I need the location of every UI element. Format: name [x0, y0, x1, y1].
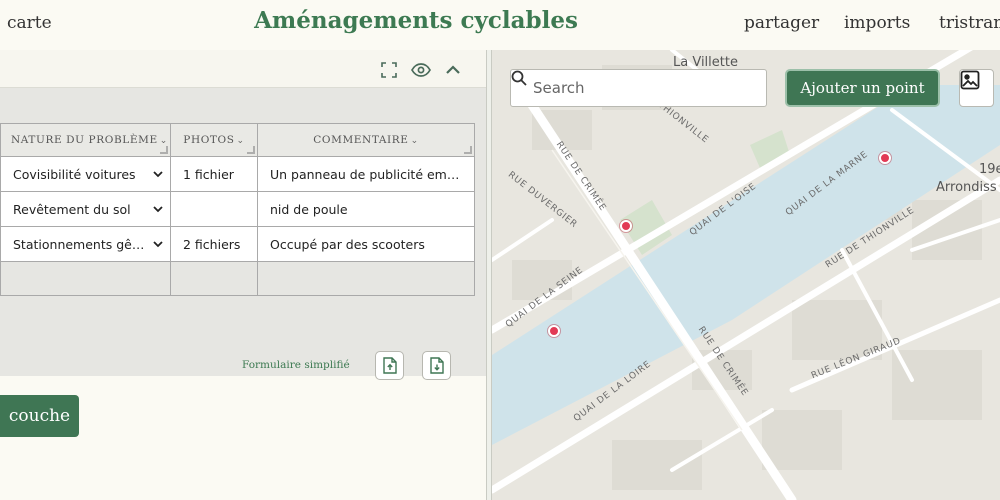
chevron-down-icon — [153, 171, 163, 178]
chevron-up-icon[interactable] — [443, 60, 463, 80]
cell-value: Covisibilité voitures — [13, 166, 136, 182]
photos-cell[interactable] — [170, 191, 258, 227]
nature-select[interactable]: Stationnements gênants — [0, 226, 171, 262]
map-marker[interactable] — [548, 325, 560, 337]
nature-select[interactable]: Revêtement du sol — [0, 191, 171, 227]
chevron-down-icon: ⌄ — [159, 136, 168, 146]
column-header-label: COMMENTAIRE — [313, 134, 409, 146]
add-layer-button[interactable]: couche — [0, 395, 79, 437]
add-point-button[interactable]: Ajouter un point — [785, 69, 940, 107]
chevron-down-icon: ⌄ — [236, 136, 245, 146]
comment-cell[interactable]: Occupé par des scooters — [257, 226, 475, 262]
column-header-photos[interactable]: PHOTOS ⌄ — [170, 123, 258, 157]
search-icon — [511, 70, 527, 86]
file-download-button[interactable] — [422, 351, 451, 380]
panel-toolbar — [0, 50, 487, 88]
nav-link-imports[interactable]: imports — [844, 13, 910, 33]
file-download-icon — [429, 357, 444, 374]
map-marker[interactable] — [620, 220, 632, 232]
resize-handle-icon[interactable] — [464, 146, 472, 154]
simplified-form-link[interactable]: Formulaire simplifié — [242, 359, 350, 371]
place-label: La Villette — [673, 55, 738, 70]
chevron-down-icon — [153, 241, 163, 248]
new-row[interactable] — [0, 261, 475, 296]
comment-cell[interactable]: nid de poule — [257, 191, 475, 227]
page-title: Aménagements cyclables — [254, 7, 578, 34]
file-upload-icon — [382, 357, 397, 374]
column-header-label: NATURE DU PROBLÈME — [11, 134, 158, 146]
comment-cell[interactable]: Un panneau de publicité empêchant la vis… — [257, 156, 475, 192]
map-search — [510, 69, 767, 107]
data-panel: NATURE DU PROBLÈME ⌄ PHOTOS ⌄ COMMENTAIRE ⌄… — [0, 50, 487, 500]
column-header-comment[interactable]: COMMENTAIRE ⌄ — [257, 123, 475, 157]
nav-link-user[interactable]: tristram — [939, 13, 1000, 33]
chevron-down-icon: ⌄ — [410, 136, 419, 146]
cell-value: Revêtement du sol — [13, 201, 131, 217]
column-header-nature[interactable]: NATURE DU PROBLÈME ⌄ — [0, 123, 171, 157]
table-area: NATURE DU PROBLÈME ⌄ PHOTOS ⌄ COMMENTAIRE ⌄… — [0, 88, 487, 380]
cell-value: Stationnements gênants — [13, 236, 167, 252]
chevron-down-icon — [153, 206, 163, 213]
eye-icon[interactable] — [411, 60, 431, 80]
photos-cell[interactable]: 1 fichier — [170, 156, 258, 192]
photos-cell[interactable]: 2 fichiers — [170, 226, 258, 262]
image-layer-button[interactable] — [959, 69, 994, 107]
table-row[interactable]: Revêtement du sol nid de poule — [0, 191, 475, 227]
map-view[interactable]: La Villette 19e Arrondiss RUE DE CRIMÉE … — [492, 50, 1000, 500]
nav-link-share[interactable]: partager — [744, 13, 819, 33]
table-row[interactable]: Covisibilité voitures 1 fichier Un panne… — [0, 156, 475, 192]
records-table: NATURE DU PROBLÈME ⌄ PHOTOS ⌄ COMMENTAIRE ⌄… — [0, 123, 475, 296]
empty-cell[interactable] — [170, 261, 258, 296]
resize-handle-icon[interactable] — [247, 146, 255, 154]
place-label: 19e — [979, 162, 1000, 177]
resize-handle-icon[interactable] — [160, 146, 168, 154]
image-icon — [960, 70, 980, 90]
file-upload-button[interactable] — [375, 351, 404, 380]
table-row[interactable]: Stationnements gênants 2 fichiers Occupé… — [0, 226, 475, 262]
expand-icon[interactable] — [379, 60, 399, 80]
search-input[interactable] — [533, 79, 733, 97]
top-bar: carte Aménagements cyclables partager im… — [0, 0, 1000, 50]
nature-select[interactable]: Covisibilité voitures — [0, 156, 171, 192]
empty-cell[interactable] — [257, 261, 475, 296]
column-header-label: PHOTOS — [183, 134, 235, 146]
map-marker[interactable] — [879, 152, 891, 164]
place-label: Arrondiss — [936, 180, 997, 195]
empty-cell[interactable] — [0, 261, 171, 296]
